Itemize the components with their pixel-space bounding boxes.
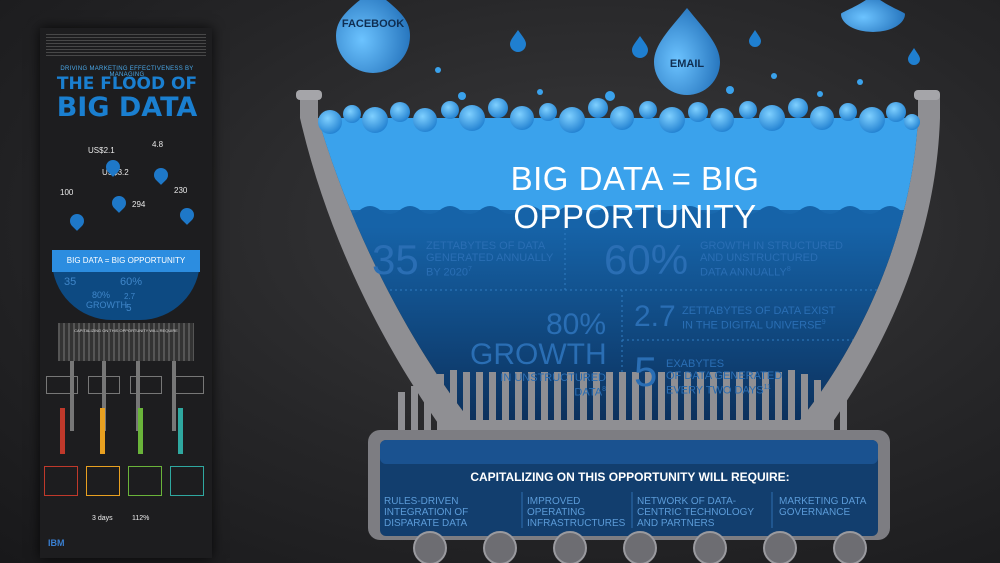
requirements-heading: CAPITALIZING ON THIS OPPORTUNITY WILL RE…: [470, 470, 790, 484]
stat-80-growth: GROWTH: [470, 338, 607, 371]
stat-60-text: GROWTH IN STRUCTURED AND UNSTRUCTURED DA…: [700, 240, 843, 279]
bowl-rim-cap: [914, 90, 940, 100]
requirement-item: MARKETING DATA GOVERNANCE: [779, 496, 866, 518]
requirement-item: IMPROVED OPERATING INFRASTRUCTURES: [527, 496, 626, 529]
requirement-item: NETWORK OF DATA-CENTRIC TECHNOLOGY AND P…: [637, 496, 754, 529]
stat-27-value: 2.7: [634, 300, 676, 333]
stat-5-text: EXABYTES OF DATA GENERATED EVERY TWO DAY…: [666, 358, 783, 397]
stat-27-text: ZETTABYTES OF DATA EXIST IN THE DIGITAL …: [682, 305, 836, 332]
stat-80-value: 80%: [545, 308, 606, 341]
stat-5-value: 5: [634, 348, 658, 395]
stat-80-text: IN UNSTRUCTURED DATA8: [500, 372, 606, 399]
falling-drops: [336, 0, 920, 95]
stat-35-value: 35: [372, 236, 419, 283]
facebook-drop-label: FACEBOOK: [341, 18, 405, 30]
stat-35-text: ZETTABYTES OF DATA GENERATED ANNUALLY BY…: [426, 240, 554, 279]
headline: BIG DATA = BIG OPPORTUNITY: [510, 160, 760, 235]
bowl-rim-cap: [296, 90, 322, 100]
requirement-item: RULES-DRIVEN INTEGRATION OF DISPARATE DA…: [384, 496, 469, 529]
email-drop-label: EMAIL: [669, 58, 705, 70]
stat-60-value: 60%: [604, 236, 689, 283]
